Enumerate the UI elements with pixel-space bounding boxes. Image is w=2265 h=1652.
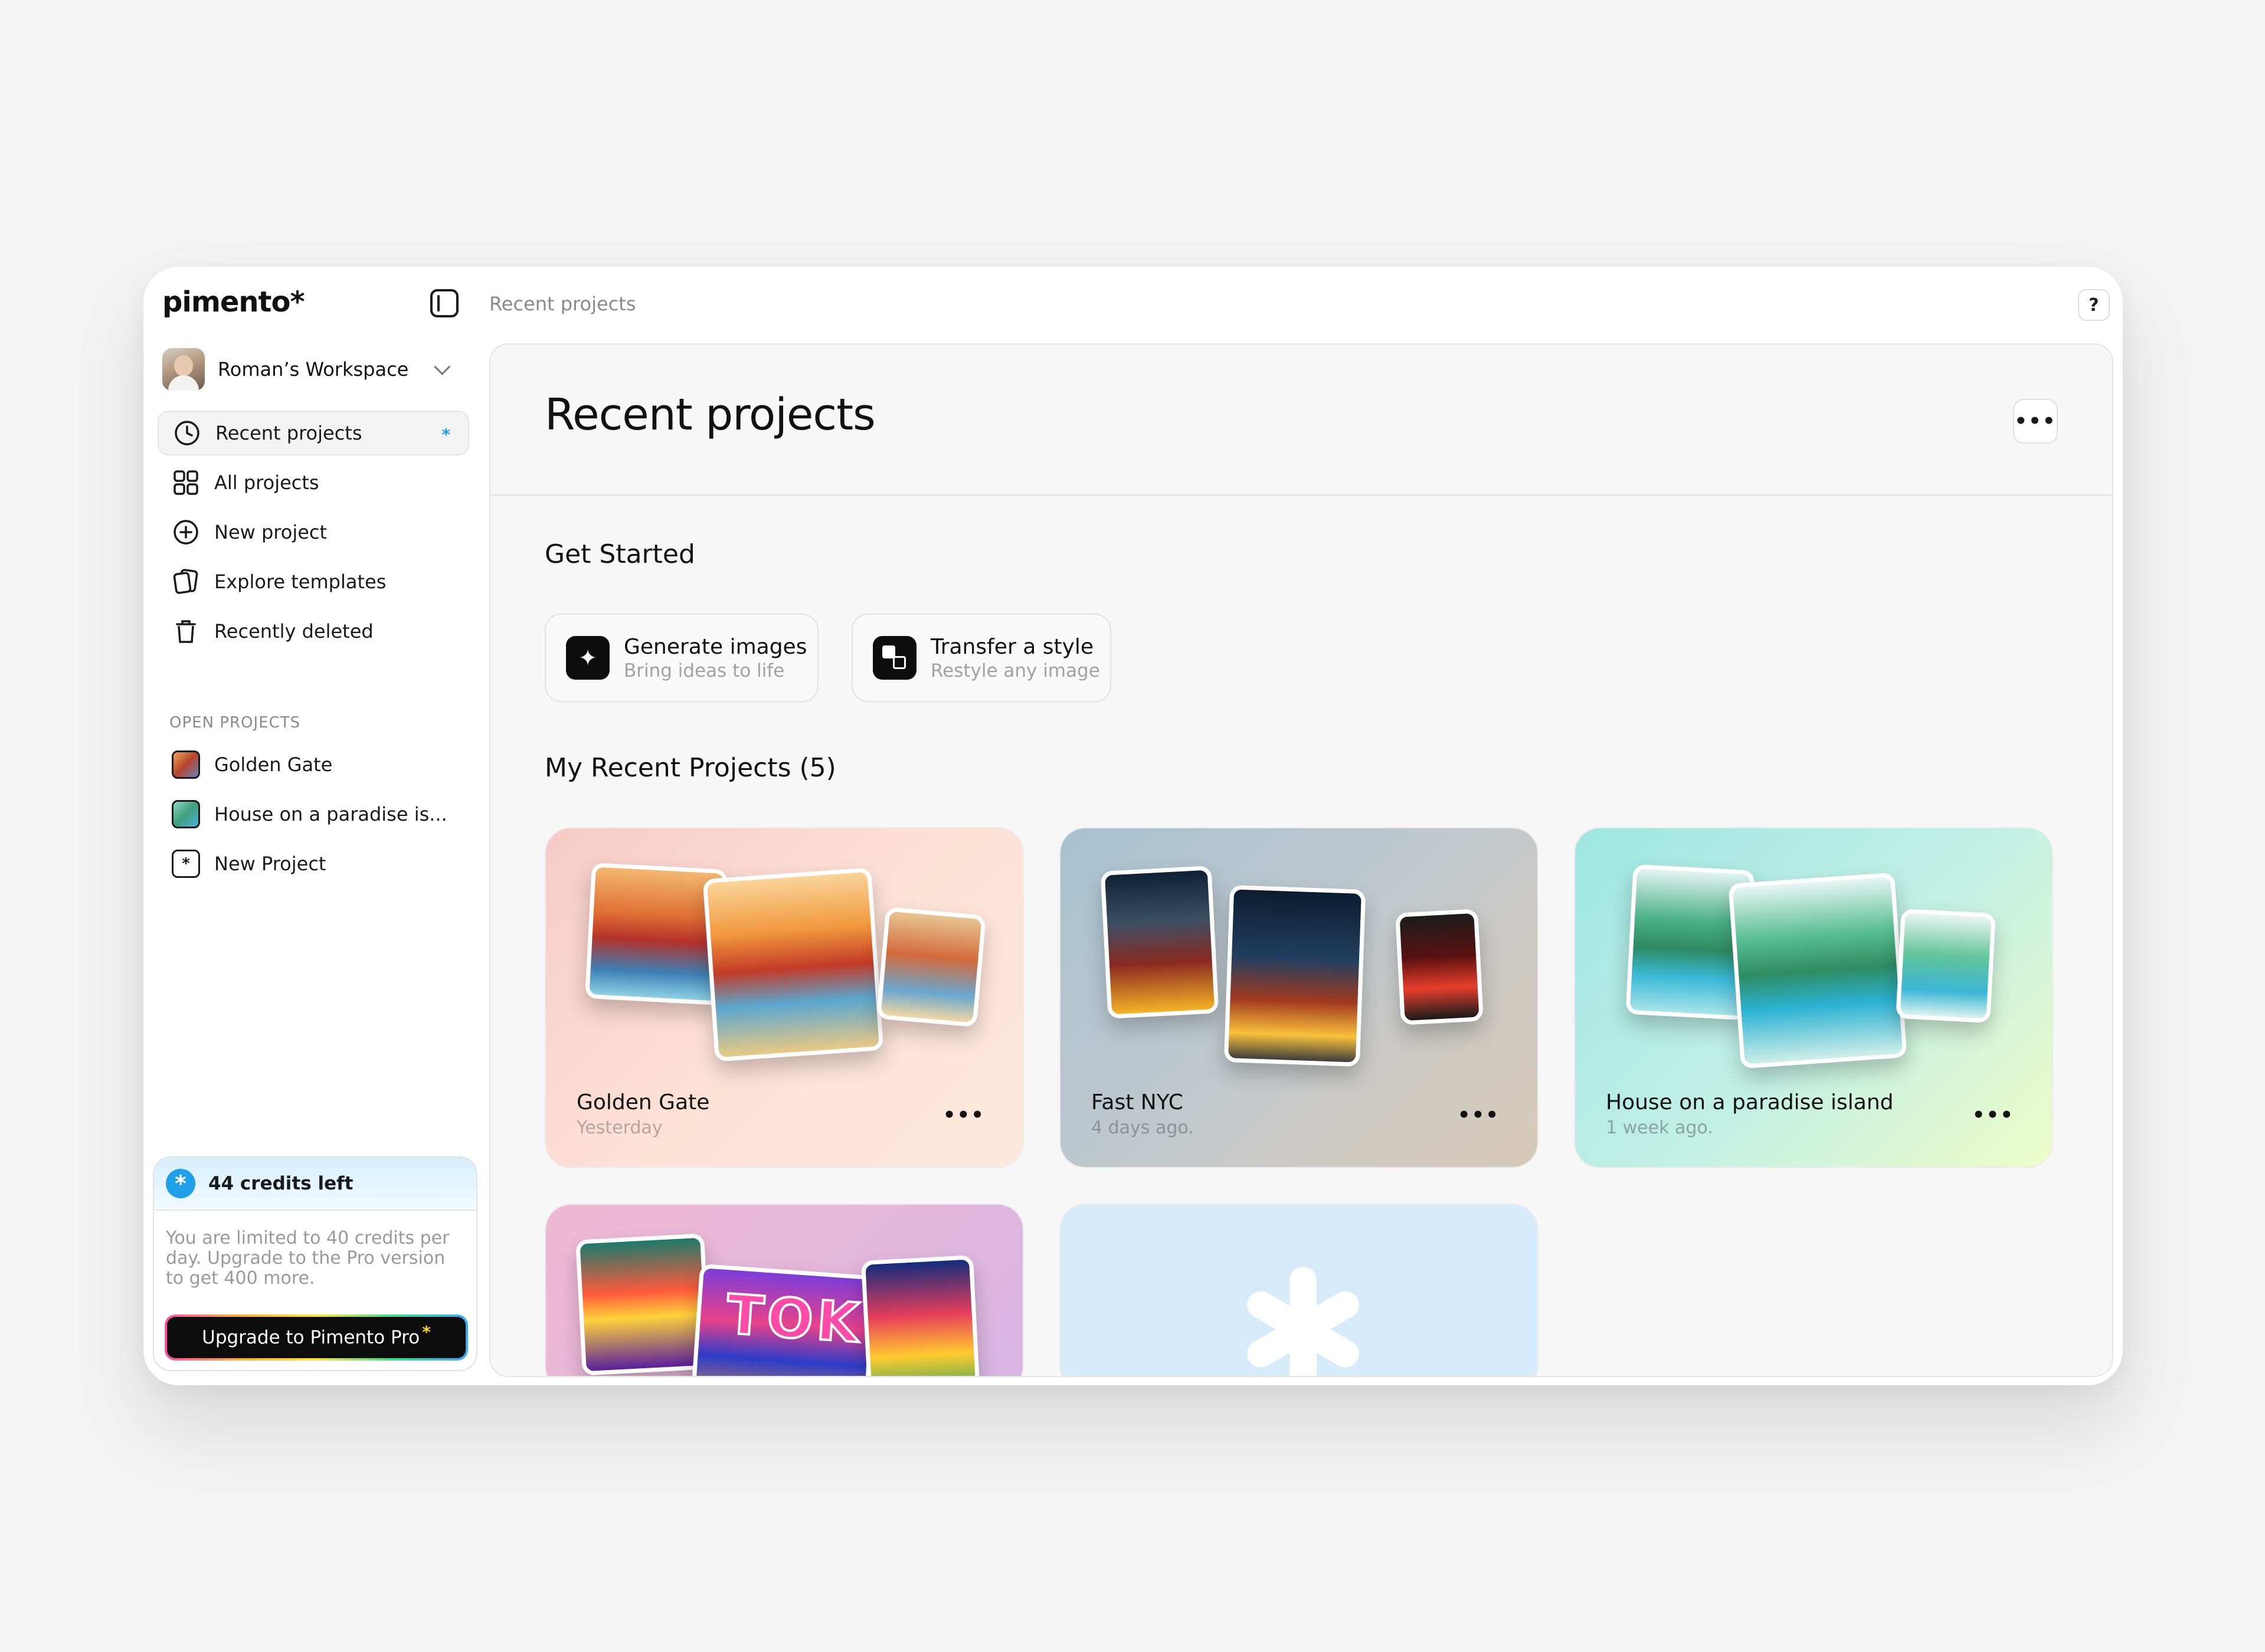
open-project-label: New Project [214,853,326,875]
project-image [860,1255,981,1376]
style-transfer-icon [873,636,917,680]
open-project-label: House on a paradise is... [214,803,447,825]
trash-icon [172,617,200,645]
templates-icon [172,568,200,596]
recent-projects-heading: My Recent Projects (5) [545,753,836,783]
sidebar-item-label: Recently deleted [214,620,374,643]
project-card-paradise-island[interactable]: House on a paradise island 1 week ago. •… [1574,827,2053,1168]
credits-header: * 44 credits left [154,1158,476,1211]
workspace-switcher[interactable]: Roman’s Workspace [162,347,457,392]
app-logo[interactable]: pimento* [162,286,305,319]
action-title: Generate images [624,634,807,659]
credits-description: You are limited to 40 credits per day. U… [166,1228,450,1289]
sidebar-item-label: Explore templates [214,571,387,593]
open-projects-heading: OPEN PROJECTS [169,714,301,732]
action-subtitle: Bring ideas to life [624,660,785,681]
plus-circle-icon [172,518,200,546]
project-image [575,1233,711,1376]
chevron-down-icon [434,358,451,375]
project-image [1100,866,1219,1019]
sidebar-item-recent-projects[interactable]: Recent projects * [158,411,469,455]
clock-icon [173,419,201,447]
asterisk-icon [1247,1267,1359,1376]
project-name: Golden Gate [577,1090,710,1115]
page-title: Recent projects [545,389,876,440]
project-date: Yesterday [577,1117,663,1138]
project-card-tokyo[interactable]: TOK [545,1204,1024,1376]
sidebar-item-new-project[interactable]: New project [158,510,469,555]
get-started-heading: Get Started [545,539,695,569]
sidebar-nav: Recent projects * All projects New proje… [158,411,469,658]
open-projects-list: Golden Gate House on a paradise is... * … [158,742,469,891]
project-thumbnail [172,750,200,779]
tokyo-artwork-lettering: TOK [724,1281,866,1356]
transfer-style-button[interactable]: Transfer a style Restyle any image [852,614,1111,702]
main-header: Recent projects ••• [490,345,2112,496]
sidebar-item-label: New project [214,521,328,543]
project-thumbnail [172,800,200,828]
project-more-button[interactable]: ••• [943,1103,985,1127]
sidebar-toggle-icon[interactable] [430,289,459,317]
generate-images-button[interactable]: ✦ Generate images Bring ideas to life [545,614,819,702]
project-card-golden-gate[interactable]: Golden Gate Yesterday ••• [545,827,1024,1168]
project-name: House on a paradise island [1606,1090,1894,1115]
upgrade-label: Upgrade to Pimento Pro [202,1327,420,1348]
project-name: Fast NYC [1091,1090,1183,1115]
sidebar-item-recently-deleted[interactable]: Recently deleted [158,609,469,654]
open-project-label: Golden Gate [214,753,333,776]
project-image [702,867,884,1062]
project-date: 1 week ago. [1606,1117,1713,1138]
project-image [876,906,986,1028]
main-panel: Recent projects ••• Get Started ✦ Genera… [489,343,2113,1377]
asterisk-icon: * [166,1169,195,1198]
upgrade-button[interactable]: Upgrade to Pimento Pro * [165,1315,468,1361]
open-project-paradise[interactable]: House on a paradise is... [158,792,469,837]
sidebar-item-all-projects[interactable]: All projects [158,460,469,505]
workspace-name: Roman’s Workspace [218,358,409,381]
more-options-button[interactable]: ••• [2013,399,2058,444]
credits-count: 44 credits left [208,1173,354,1194]
grid-icon [172,468,200,497]
asterisk-icon: * [422,1322,431,1342]
project-more-button[interactable]: ••• [1972,1103,2014,1127]
project-card-new[interactable] [1059,1204,1539,1376]
sidebar-item-label: All projects [214,471,319,494]
sidebar-item-label: Recent projects [215,422,362,444]
breadcrumb: Recent projects [489,293,636,315]
sidebar-item-explore-templates[interactable]: Explore templates [158,559,469,604]
project-more-button[interactable]: ••• [1458,1103,1500,1127]
active-indicator: * [441,425,450,444]
action-title: Transfer a style [931,634,1094,659]
avatar [162,348,205,391]
app-window: pimento* Recent projects ? Roman’s Works… [143,267,2123,1385]
project-image [1728,872,1907,1069]
project-image [1395,909,1484,1025]
action-subtitle: Restyle any image [931,660,1100,681]
credits-panel: * 44 credits left You are limited to 40 … [153,1156,477,1371]
project-image [1896,908,1996,1024]
open-project-golden-gate[interactable]: Golden Gate [158,742,469,787]
sparkle-icon: ✦ [566,636,610,680]
asterisk-icon: * [172,850,200,878]
open-project-new[interactable]: * New Project [158,841,469,886]
project-date: 4 days ago. [1091,1117,1194,1138]
project-card-fast-nyc[interactable]: Fast NYC 4 days ago. ••• [1059,827,1539,1168]
project-image [1223,885,1366,1067]
help-button[interactable]: ? [2078,289,2110,321]
